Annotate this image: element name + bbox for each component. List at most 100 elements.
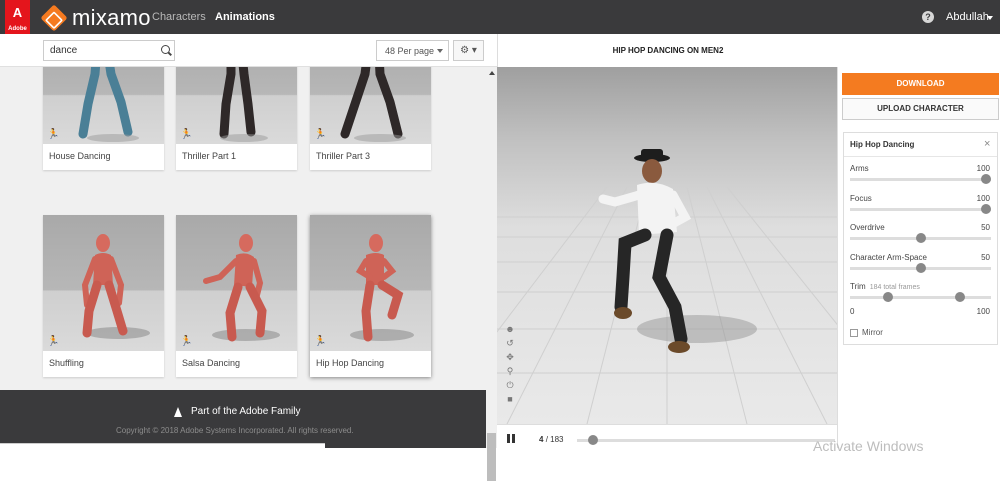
animation-card-selected[interactable]: 🏃 Hip Hop Dancing <box>310 215 431 377</box>
viewer-header: HIP HOP DANCING ON MEN2 <box>497 34 837 67</box>
slider-handle[interactable] <box>981 204 991 214</box>
help-icon[interactable]: ? <box>922 11 934 23</box>
chevron-down-icon <box>437 49 443 53</box>
settings-dropdown-button[interactable]: ⚙ ▾ <box>453 40 484 61</box>
trim-start-handle[interactable] <box>882 292 893 302</box>
pause-icon[interactable] <box>507 434 515 443</box>
focus-value: 100 <box>976 194 990 203</box>
animation-thumbnail[interactable]: 🏃 <box>43 67 164 144</box>
zoom-icon[interactable]: ⚲ <box>504 367 516 376</box>
settings-title: Hip Hop Dancing <box>850 140 915 149</box>
overdrive-label: Overdrive <box>850 223 885 232</box>
rotate-icon[interactable]: ↺ <box>504 339 516 348</box>
arm-space-value: 50 <box>981 253 990 262</box>
trim-slider[interactable] <box>850 292 991 302</box>
trim-label-text: Trim <box>850 282 866 291</box>
scroll-up-arrow-icon[interactable] <box>489 71 495 75</box>
viewer-title: HIP HOP DANCING ON MEN2 <box>612 46 724 55</box>
animation-card[interactable]: 🏃 House Dancing <box>43 67 164 170</box>
focus-slider[interactable] <box>850 204 991 214</box>
card-title: Thriller Part 3 <box>316 151 371 161</box>
trim-min: 0 <box>850 307 855 316</box>
per-page-value: 48 Per page <box>385 46 435 56</box>
footer: Part of the Adobe Family Copyright © 201… <box>0 390 486 448</box>
nav-animations[interactable]: Animations <box>215 11 275 23</box>
search-icon[interactable] <box>161 45 170 54</box>
frame-counter: 4 / 183 <box>539 435 563 444</box>
character-figure <box>81 234 150 339</box>
animation-thumbnail[interactable]: 🏃 <box>310 215 431 351</box>
playback-bar: 4 / 183 <box>497 424 837 448</box>
trim-label: Trim 184 total frames <box>850 282 920 291</box>
user-menu[interactable]: Abdullah <box>946 11 989 23</box>
adobe-label: Adobe <box>8 26 27 32</box>
per-page-select[interactable]: 48 Per page <box>376 40 449 61</box>
animation-card[interactable]: 🏃 Thriller Part 3 <box>310 67 431 170</box>
animation-settings-panel: Hip Hop Dancing × Arms 100 Focus 100 Ove… <box>843 132 998 345</box>
trim-frames: 184 total frames <box>869 284 920 291</box>
footer-title[interactable]: Part of the Adobe Family <box>174 406 301 417</box>
adobe-mark: A <box>12 5 23 20</box>
animation-card[interactable]: 🏃 Salsa Dancing <box>176 215 297 377</box>
camera-icon[interactable]: ■ <box>504 395 516 404</box>
overdrive-value: 50 <box>981 223 990 232</box>
animation-thumbnail[interactable]: 🏃 <box>310 67 431 144</box>
search-input[interactable] <box>43 40 175 61</box>
animation-browser: 48 Per page ⚙ ▾ 🏃 House Dancing � <box>0 34 497 481</box>
slider-handle[interactable] <box>981 174 991 184</box>
running-figure-icon: 🏃 <box>47 129 60 140</box>
timeline-knob[interactable] <box>588 435 599 445</box>
power-icon[interactable]: ⏻ <box>504 381 516 390</box>
close-icon[interactable]: × <box>984 138 990 150</box>
character-figure <box>350 234 414 342</box>
focus-label: Focus <box>850 194 872 203</box>
slider-handle[interactable] <box>915 233 926 243</box>
arm-space-label: Character Arm-Space <box>850 253 927 262</box>
adobe-logo-icon <box>174 406 185 417</box>
divider <box>844 156 997 157</box>
animation-card[interactable]: 🏃 Shuffling <box>43 215 164 377</box>
face-icon[interactable]: ☻ <box>504 325 516 334</box>
tooltip-strip <box>0 443 325 448</box>
timeline-track[interactable] <box>577 435 835 445</box>
character-figure <box>340 67 406 142</box>
running-figure-icon: 🏃 <box>180 336 193 347</box>
animation-thumbnail[interactable]: 🏃 <box>176 67 297 144</box>
download-button[interactable]: DOWNLOAD <box>842 73 999 95</box>
mixamo-logo[interactable]: mixamo <box>40 4 151 32</box>
mirror-label: Mirror <box>862 328 883 337</box>
arms-slider[interactable] <box>850 174 991 184</box>
arm-space-slider[interactable] <box>850 263 991 273</box>
running-figure-icon: 🏃 <box>314 336 327 347</box>
mixamo-logo-icon <box>40 4 68 32</box>
animation-thumbnail[interactable]: 🏃 <box>43 215 164 351</box>
arms-value: 100 <box>976 164 990 173</box>
animation-thumbnail[interactable]: 🏃 <box>176 215 297 351</box>
character-figure <box>203 234 280 342</box>
move-icon[interactable]: ✥ <box>504 353 516 362</box>
nav-characters[interactable]: Characters <box>152 11 206 23</box>
app-name: mixamo <box>72 5 151 30</box>
chevron-down-icon[interactable] <box>987 16 993 20</box>
checkbox-box[interactable] <box>850 328 858 337</box>
character-model <box>598 149 757 353</box>
trim-end-handle[interactable] <box>954 292 965 302</box>
scrollbar-thumb[interactable] <box>487 433 496 481</box>
card-title: House Dancing <box>49 151 111 161</box>
card-title: Shuffling <box>49 358 84 368</box>
trim-max: 100 <box>976 307 990 316</box>
arms-label: Arms <box>850 164 869 173</box>
animation-card[interactable]: 🏃 Thriller Part 1 <box>176 67 297 170</box>
overdrive-slider[interactable] <box>850 233 991 243</box>
top-navigation-bar: A Adobe mixamo Characters Animations ? A… <box>0 0 1000 48</box>
upload-character-button[interactable]: UPLOAD CHARACTER <box>842 98 999 120</box>
mirror-checkbox[interactable]: Mirror <box>850 328 883 337</box>
running-figure-icon: 🏃 <box>180 129 193 140</box>
slider-handle[interactable] <box>915 263 926 273</box>
activation-watermark: Activate Windows <box>813 438 924 454</box>
3d-viewport[interactable] <box>497 67 837 424</box>
search-bar: 48 Per page ⚙ ▾ <box>0 34 497 67</box>
viewport-toolbar: ☻ ↺ ✥ ⚲ ⏻ ■ <box>504 325 516 404</box>
scrollbar[interactable] <box>486 67 497 481</box>
card-title: Hip Hop Dancing <box>316 358 385 368</box>
